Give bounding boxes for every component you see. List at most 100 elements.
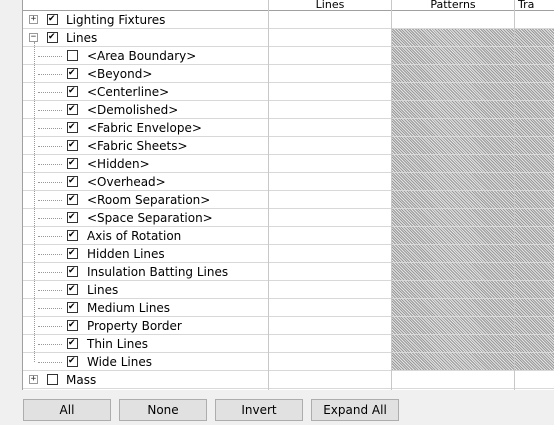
disabled-cell-hatch bbox=[392, 191, 514, 208]
tree-connector bbox=[38, 200, 62, 201]
visibility-checkbox[interactable] bbox=[67, 122, 78, 133]
none-button[interactable]: None bbox=[119, 399, 207, 421]
expand-all-button[interactable]: Expand All bbox=[311, 399, 399, 421]
disabled-cell-hatch bbox=[392, 263, 514, 280]
disabled-cell-hatch bbox=[392, 299, 514, 316]
category-row[interactable]: − Lines bbox=[23, 29, 554, 47]
subcategory-row[interactable]: Wide Lines bbox=[23, 353, 554, 371]
expand-icon[interactable]: + bbox=[29, 375, 38, 384]
tree-guide-line bbox=[34, 42, 35, 362]
category-label: Mass bbox=[66, 373, 97, 387]
category-label: Property Border bbox=[87, 319, 182, 333]
category-label: Axis of Rotation bbox=[87, 229, 182, 243]
visibility-checkbox[interactable] bbox=[67, 302, 78, 313]
subcategory-row[interactable]: Medium Lines bbox=[23, 299, 554, 317]
collapse-icon[interactable]: − bbox=[29, 33, 38, 42]
expand-icon[interactable]: + bbox=[29, 15, 38, 24]
visibility-checkbox[interactable] bbox=[67, 266, 78, 277]
visibility-checkbox[interactable] bbox=[67, 230, 78, 241]
subcategory-row[interactable]: Insulation Batting Lines bbox=[23, 263, 554, 281]
subcategory-row[interactable]: <Hidden> bbox=[23, 155, 554, 173]
column-divider bbox=[391, 0, 392, 390]
disabled-cell-hatch bbox=[515, 353, 554, 370]
disabled-cell-hatch bbox=[515, 245, 554, 262]
visibility-checkbox[interactable] bbox=[67, 248, 78, 259]
subcategory-row[interactable]: <Fabric Sheets> bbox=[23, 137, 554, 155]
subcategory-row[interactable]: <Fabric Envelope> bbox=[23, 119, 554, 137]
subcategory-row[interactable]: Hidden Lines bbox=[23, 245, 554, 263]
disabled-cell-hatch bbox=[392, 335, 514, 352]
visibility-checkbox[interactable] bbox=[67, 68, 78, 79]
visibility-checkbox[interactable] bbox=[67, 320, 78, 331]
disabled-cell-hatch bbox=[515, 83, 554, 100]
visibility-checkbox[interactable] bbox=[67, 212, 78, 223]
category-label: <Area Boundary> bbox=[87, 49, 197, 63]
subcategory-row[interactable]: Thin Lines bbox=[23, 335, 554, 353]
disabled-cell-hatch bbox=[392, 353, 514, 370]
disabled-cell-hatch bbox=[515, 101, 554, 118]
subcategory-row[interactable]: Axis of Rotation bbox=[23, 227, 554, 245]
category-label: Lighting Fixtures bbox=[66, 13, 166, 27]
subcategory-row[interactable]: <Area Boundary> bbox=[23, 47, 554, 65]
subcategory-row[interactable]: Lines bbox=[23, 281, 554, 299]
visibility-checkbox[interactable] bbox=[67, 86, 78, 97]
tree-connector bbox=[38, 146, 62, 147]
disabled-cell-hatch bbox=[515, 299, 554, 316]
subcategory-row[interactable]: <Beyond> bbox=[23, 65, 554, 83]
disabled-cell-hatch bbox=[392, 65, 514, 82]
subcategory-row[interactable]: <Room Separation> bbox=[23, 191, 554, 209]
tree-connector bbox=[38, 92, 62, 93]
visibility-checkbox[interactable] bbox=[67, 194, 78, 205]
tree-connector bbox=[38, 326, 62, 327]
disabled-cell-hatch bbox=[515, 263, 554, 280]
tree-connector bbox=[38, 272, 62, 273]
visibility-checkbox[interactable] bbox=[67, 356, 78, 367]
category-row[interactable]: + Mass bbox=[23, 371, 554, 389]
subcategory-row[interactable]: <Demolished> bbox=[23, 101, 554, 119]
visibility-checkbox[interactable] bbox=[67, 158, 78, 169]
category-label: <Fabric Envelope> bbox=[87, 121, 202, 135]
tree-connector bbox=[38, 308, 62, 309]
visibility-checkbox[interactable] bbox=[47, 32, 58, 43]
tree-connector bbox=[38, 110, 62, 111]
subcategory-row[interactable]: Property Border bbox=[23, 317, 554, 335]
header-patterns[interactable]: Patterns bbox=[392, 0, 514, 11]
visibility-checkbox[interactable] bbox=[67, 50, 78, 61]
disabled-cell-hatch bbox=[392, 245, 514, 262]
subcategory-row[interactable]: <Space Separation> bbox=[23, 209, 554, 227]
subcategory-row[interactable]: <Overhead> bbox=[23, 173, 554, 191]
tree-connector bbox=[38, 362, 62, 363]
visibility-checkbox[interactable] bbox=[67, 338, 78, 349]
header-name bbox=[23, 0, 268, 11]
category-label: Insulation Batting Lines bbox=[87, 265, 229, 279]
tree-connector bbox=[38, 74, 62, 75]
category-label: Lines bbox=[87, 283, 119, 297]
category-label: Thin Lines bbox=[87, 337, 148, 351]
category-label: Medium Lines bbox=[87, 301, 171, 315]
disabled-cell-hatch bbox=[392, 155, 514, 172]
tree-connector bbox=[38, 218, 62, 219]
visibility-checkbox[interactable] bbox=[47, 374, 58, 385]
visibility-checkbox[interactable] bbox=[67, 140, 78, 151]
category-label: <Overhead> bbox=[87, 175, 166, 189]
visibility-checkbox[interactable] bbox=[67, 176, 78, 187]
tree-connector bbox=[38, 236, 62, 237]
tree-connector bbox=[38, 254, 62, 255]
header-lines[interactable]: Lines bbox=[269, 0, 391, 11]
column-divider bbox=[268, 0, 269, 390]
invert-button[interactable]: Invert bbox=[215, 399, 303, 421]
visibility-checkbox[interactable] bbox=[67, 284, 78, 295]
header-transparency[interactable]: Tra bbox=[515, 0, 554, 11]
disabled-cell-hatch bbox=[392, 101, 514, 118]
category-label: <Room Separation> bbox=[87, 193, 211, 207]
category-row[interactable]: + Lighting Fixtures bbox=[23, 11, 554, 29]
disabled-cell-hatch bbox=[392, 83, 514, 100]
tree-connector bbox=[38, 56, 62, 57]
visibility-checkbox[interactable] bbox=[47, 14, 58, 25]
disabled-cell-hatch bbox=[392, 29, 514, 46]
visibility-checkbox[interactable] bbox=[67, 104, 78, 115]
disabled-cell-hatch bbox=[515, 227, 554, 244]
subcategory-row[interactable]: <Centerline> bbox=[23, 83, 554, 101]
visibility-grid: Lines Patterns Tra + Lighting Fixtures − Li… bbox=[22, 0, 554, 390]
all-button[interactable]: All bbox=[23, 399, 111, 421]
